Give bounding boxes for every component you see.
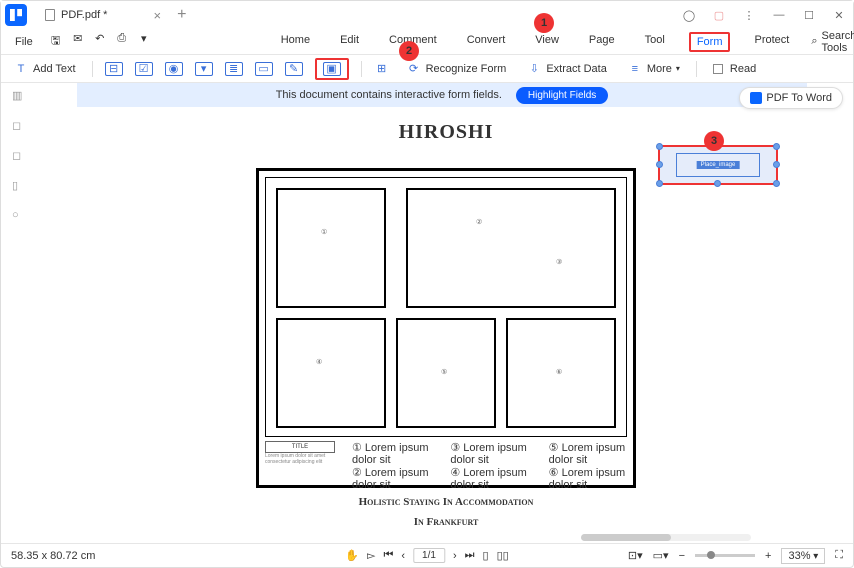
document-tab[interactable]: PDF.pdf * × [35, 3, 171, 27]
kebab-icon[interactable]: ⋮ [739, 5, 759, 25]
notification-icon[interactable]: ▢ [709, 5, 729, 25]
read-checkbox[interactable]: Read [709, 61, 760, 77]
extract-data-button[interactable]: ⇩Extract Data [522, 60, 611, 78]
minimize-button[interactable]: — [769, 5, 789, 25]
tab-title: PDF.pdf * [61, 9, 107, 21]
image-field-icon: ▣ [323, 62, 341, 76]
page-indicator[interactable]: 1/1 [413, 548, 445, 563]
checkbox-field-button[interactable]: ☑ [135, 62, 153, 76]
image-field-button[interactable]: ▣ [315, 58, 349, 80]
zoom-slider[interactable] [695, 554, 755, 557]
form-toolbar: TAdd Text ⊟ ☑ ◉ ▾ ≣ ▭ ✎ ▣ 2 ⊞ ⟳Recognize… [1, 55, 853, 83]
new-tab-button[interactable]: + [177, 6, 186, 24]
zoom-value[interactable]: 33% ▾ [781, 548, 825, 564]
mail-icon[interactable]: ✉ [71, 32, 85, 51]
attachments-icon[interactable]: ▯ [12, 179, 28, 195]
add-text-button[interactable]: TAdd Text [9, 60, 80, 78]
titlebar: PDF.pdf * × + ◯ ▢ ⋮ — ☐ ✕ [1, 1, 853, 29]
app-logo [5, 4, 27, 26]
align-button[interactable]: ⊞ [374, 62, 390, 76]
checkbox-icon [713, 64, 723, 74]
file-menu[interactable]: File [9, 34, 39, 50]
document-page: HIROSHI Place_image 3 ① ② [236, 115, 656, 543]
document-canvas[interactable]: This document contains interactive form … [39, 83, 853, 543]
last-page-icon[interactable]: ⏭ [465, 549, 475, 562]
tab-view[interactable]: View [529, 32, 565, 52]
qat-dropdown-icon[interactable]: ▾ [137, 32, 151, 51]
word-icon [750, 92, 762, 104]
quick-access-toolbar: 🖫 ✉ ↶ ⎙ ▾ [49, 32, 151, 51]
ribbon-tabs: Home Edit Comment Convert View Page Tool… [275, 32, 796, 52]
select-tool-icon[interactable]: ▻ [367, 549, 375, 562]
search-tools[interactable]: ⌕ Search Tools [811, 30, 854, 54]
more-icon: ≡ [627, 62, 643, 76]
more-button[interactable]: ≡More▾ [623, 60, 684, 78]
callout-2: 2 [399, 41, 419, 61]
comments-icon[interactable]: ◻ [12, 149, 28, 165]
document-subtitle-2: In Frankfurt [236, 516, 656, 528]
statusbar: 58.35 x 80.72 cm ✋ ▻ ⏮ ‹ 1/1 › ⏭ ▯ ▯▯ ⊡▾… [1, 543, 853, 567]
highlight-fields-button[interactable]: Highlight Fields [516, 87, 608, 104]
view-mode-icon[interactable]: ▭▾ [653, 549, 669, 562]
close-button[interactable]: ✕ [829, 5, 849, 25]
extract-icon: ⇩ [526, 62, 542, 76]
user-icon[interactable]: ◯ [679, 5, 699, 25]
tab-page[interactable]: Page [583, 32, 621, 52]
left-sidebar: ▥ ◻ ◻ ▯ ○ [1, 83, 39, 543]
recognize-form-button[interactable]: ⟳Recognize Form [402, 60, 511, 78]
single-page-icon[interactable]: ▯ [483, 549, 489, 562]
next-page-icon[interactable]: › [453, 550, 457, 562]
bookmarks-icon[interactable]: ◻ [12, 119, 28, 135]
tab-protect[interactable]: Protect [748, 32, 795, 52]
first-page-icon[interactable]: ⏮ [383, 549, 393, 562]
button-field-button[interactable]: ▭ [255, 62, 273, 76]
tab-form[interactable]: Form [689, 32, 731, 52]
horizontal-scrollbar[interactable] [581, 534, 751, 541]
tab-home[interactable]: Home [275, 32, 316, 52]
text-field-button[interactable]: ⊟ [105, 62, 123, 76]
zoom-out-icon[interactable]: − [679, 550, 685, 562]
pdf-to-word-button[interactable]: PDF To Word [739, 87, 843, 109]
radio-field-button[interactable]: ◉ [165, 62, 183, 76]
signature-field-button[interactable]: ✎ [285, 62, 303, 76]
cursor-coordinates: 58.35 x 80.72 cm [11, 550, 95, 562]
form-fields-banner: This document contains interactive form … [77, 83, 807, 107]
text-icon: T [13, 62, 29, 76]
zoom-in-icon[interactable]: + [765, 550, 771, 562]
workspace: ▥ ◻ ◻ ▯ ○ This document contains interac… [1, 83, 853, 543]
document-heading: HIROSHI [236, 121, 656, 144]
tab-edit[interactable]: Edit [334, 32, 365, 52]
two-page-icon[interactable]: ▯▯ [497, 549, 509, 562]
banner-message: This document contains interactive form … [276, 89, 502, 101]
tab-convert[interactable]: Convert [461, 32, 512, 52]
document-icon [45, 9, 55, 21]
callout-3: 3 [704, 131, 724, 151]
callout-1: 1 [534, 13, 554, 33]
listbox-field-button[interactable]: ≣ [225, 62, 243, 76]
hand-tool-icon[interactable]: ✋ [345, 549, 359, 562]
menubar: File 🖫 ✉ ↶ ⎙ ▾ Home Edit Comment Convert… [1, 29, 853, 55]
tab-close-icon[interactable]: × [153, 8, 161, 23]
recognize-icon: ⟳ [406, 62, 422, 76]
thumbnails-icon[interactable]: ▥ [12, 89, 28, 105]
undo-icon[interactable]: ↶ [93, 32, 107, 51]
maximize-button[interactable]: ☐ [799, 5, 819, 25]
tab-tool[interactable]: Tool [639, 32, 671, 52]
floorplan-image: ① ② ③ ④ ⑤ ⑥ TITLE Lorem ipsum dolor sit … [256, 168, 636, 488]
search-icon: ⌕ [811, 35, 817, 48]
fullscreen-icon[interactable]: ⛶ [835, 549, 843, 562]
fit-width-icon[interactable]: ⊡▾ [628, 549, 643, 562]
print-icon[interactable]: ⎙ [115, 32, 129, 51]
prev-page-icon[interactable]: ‹ [401, 550, 405, 562]
document-subtitle-1: Holistic Staying In Accommodation [236, 496, 656, 508]
save-icon[interactable]: 🖫 [49, 32, 63, 51]
image-form-field[interactable]: Place_image [658, 145, 778, 185]
combobox-field-button[interactable]: ▾ [195, 62, 213, 76]
search-panel-icon[interactable]: ○ [12, 209, 28, 225]
